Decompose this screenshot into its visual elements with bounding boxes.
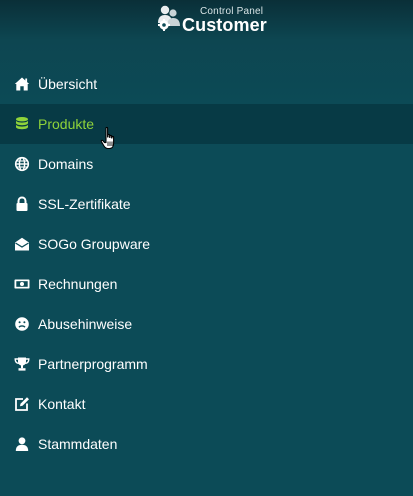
user-icon <box>15 437 29 451</box>
envelope-open-icon <box>15 237 29 251</box>
sidebar-item-abusehinweise[interactable]: Abusehinweise <box>0 304 413 344</box>
sidebar-item-uebersicht[interactable]: Übersicht <box>0 64 413 104</box>
money-bill-icon <box>14 279 30 289</box>
database-icon <box>16 117 28 130</box>
sidebar-item-stammdaten[interactable]: Stammdaten <box>0 424 413 464</box>
edit-icon <box>15 397 29 411</box>
sidebar-item-partnerprogramm[interactable]: Partnerprogramm <box>0 344 413 384</box>
sidebar-item-label: SSL-Zertifikate <box>38 196 131 212</box>
sidebar-item-domains[interactable]: Domains <box>0 144 413 184</box>
logo-title: Customer <box>182 15 267 35</box>
sidebar-item-sogo-groupware[interactable]: SOGo Groupware <box>0 224 413 264</box>
globe-icon <box>14 156 30 172</box>
sidebar-item-label: Abusehinweise <box>38 316 133 332</box>
sidebar-item-kontakt[interactable]: Kontakt <box>0 384 413 424</box>
home-icon <box>14 77 30 91</box>
sidebar-item-label: Rechnungen <box>38 276 118 292</box>
sidebar-item-rechnungen[interactable]: Rechnungen <box>0 264 413 304</box>
sidebar-item-label: Partnerprogramm <box>38 356 148 372</box>
logo[interactable]: Control Panel Customer <box>156 3 268 35</box>
sidebar: Control Panel Customer Übersicht Produkt… <box>0 0 413 496</box>
sidebar-item-ssl-zertifikate[interactable]: SSL-Zertifikate <box>0 184 413 224</box>
sidebar-item-label: Produkte <box>38 116 95 132</box>
customers-logo-icon <box>158 5 180 31</box>
sidebar-item-produkte[interactable]: Produkte <box>0 104 413 144</box>
lock-icon <box>16 196 28 211</box>
frown-icon <box>15 317 29 331</box>
hand-pointer-cursor-icon <box>100 126 115 150</box>
sidebar-item-label: Domains <box>38 156 94 172</box>
trophy-icon <box>14 357 30 371</box>
header: Control Panel Customer <box>0 0 413 42</box>
sidebar-item-label: Kontakt <box>38 396 86 412</box>
sidebar-item-label: Stammdaten <box>38 436 118 452</box>
sidebar-nav: Übersicht Produkte Domains SSL-Zertifika… <box>0 64 413 464</box>
sidebar-item-label: Übersicht <box>38 76 98 92</box>
sidebar-item-label: SOGo Groupware <box>38 236 151 252</box>
